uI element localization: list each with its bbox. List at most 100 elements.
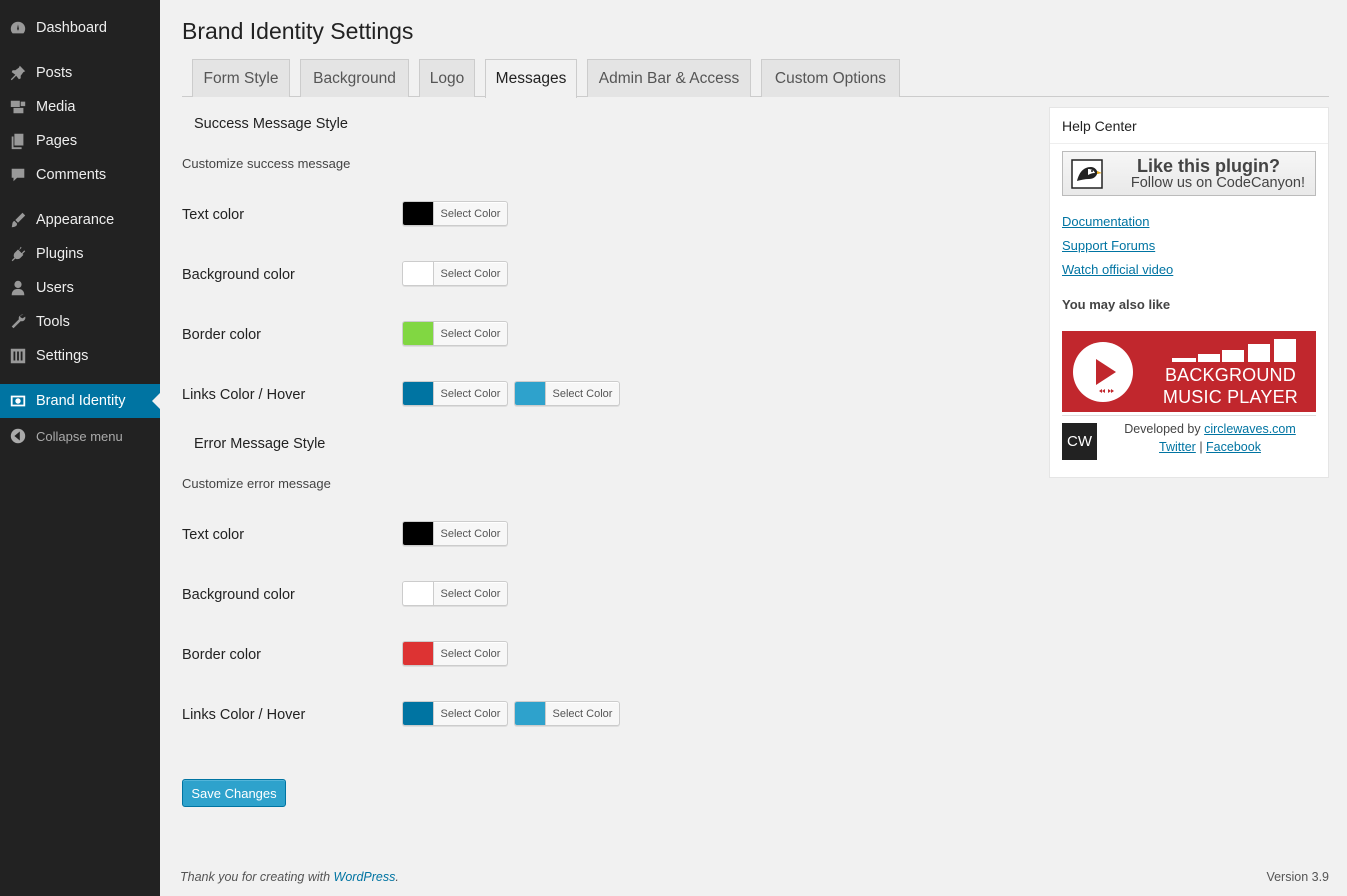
sidebar-item-plugins[interactable]: Plugins [0,237,160,271]
error-links-color-picker[interactable]: Select Color [402,701,508,726]
footer-thanks-text: Thank you for creating with [180,870,334,884]
circlewaves-logo: CW [1062,423,1097,460]
sidebar-item-media[interactable]: Media [0,90,160,124]
sidebar-item-label: Tools [36,314,70,330]
settings-tabs: Form Style Background Logo Messages Admi… [182,59,1329,98]
support-forums-link[interactable]: Support Forums [1062,238,1155,253]
main-content: Brand Identity Settings Form Style Backg… [160,0,1347,896]
equalizer-icon [1172,339,1296,362]
codecanyon-banner[interactable]: Like this plugin? Follow us on CodeCanyo… [1062,151,1316,196]
color-swatch [403,522,434,545]
collapse-menu-button[interactable]: Collapse menu [0,419,160,453]
error-background-color-picker[interactable]: Select Color [402,581,508,606]
sidebar-item-label: Pages [36,133,78,149]
codecanyon-line2: Follow us on CodeCanyon! [1130,175,1305,191]
success-text-color-picker[interactable]: Select Color [402,201,508,226]
select-color-label: Select Color [440,207,501,220]
divider [1050,143,1328,144]
developed-by-text: Developed by [1124,422,1205,436]
tab-messages[interactable]: Messages [485,59,577,98]
tab-logo[interactable]: Logo [419,59,475,97]
error-section-title: Error Message Style [194,436,326,452]
media-icon [8,97,28,117]
sidebar-item-dashboard[interactable]: Dashboard [0,11,160,45]
sidebar-item-label: Plugins [36,246,84,262]
watch-video-link[interactable]: Watch official video [1062,262,1173,277]
wordpress-link[interactable]: WordPress [334,870,396,884]
success-links-hover-color-picker[interactable]: Select Color [514,381,620,406]
tab-form-style[interactable]: Form Style [192,59,290,97]
divider [1062,415,1316,416]
help-center-title: Help Center [1062,118,1137,134]
color-swatch [403,582,434,605]
footer-thanks: Thank you for creating with WordPress. [180,870,399,884]
error-links-hover-color-picker[interactable]: Select Color [514,701,620,726]
sidebar-item-appearance[interactable]: Appearance [0,203,160,237]
sidebar-item-users[interactable]: Users [0,271,160,305]
tab-custom-options[interactable]: Custom Options [761,59,900,97]
color-swatch [403,642,434,665]
background-music-player-banner[interactable]: BACKGROUND MUSIC PLAYER [1062,331,1316,412]
select-color-label: Select Color [440,267,501,280]
facebook-link[interactable]: Facebook [1206,440,1261,454]
social-links: Twitter | Facebook [1105,440,1315,454]
documentation-link[interactable]: Documentation [1062,214,1149,229]
collapse-menu-label: Collapse menu [36,428,123,444]
color-swatch [403,702,434,725]
select-color-label: Select Color [440,327,501,340]
success-border-color-picker[interactable]: Select Color [402,321,508,346]
comment-icon [8,165,28,185]
developed-by-line: Developed by circlewaves.com [1105,422,1315,436]
sidebar-item-tools[interactable]: Tools [0,305,160,339]
color-swatch [403,382,434,405]
success-links-color-label: Links Color / Hover [182,387,306,403]
dashboard-icon [8,18,28,38]
eye-icon [8,391,28,411]
footer-thanks-suffix: . [395,870,399,884]
footer-version: Version 3.9 [1266,870,1329,884]
sidebar-item-brand-identity[interactable]: Brand Identity [0,384,160,418]
codecanyon-line1: Like this plugin? [1137,156,1280,176]
sidebar-item-label: Appearance [36,212,115,228]
tab-background[interactable]: Background [300,59,409,97]
admin-sidebar: Dashboard Posts Media Pages Comments App… [0,0,160,896]
collapse-arrow-icon [8,426,28,446]
pages-icon [8,131,28,151]
color-swatch [403,322,434,345]
help-center-panel: Help Center Like this plugin? Follow us … [1049,107,1329,478]
play-icon [1073,342,1133,402]
success-background-color-picker[interactable]: Select Color [402,261,508,286]
circlewaves-link[interactable]: circlewaves.com [1204,422,1296,436]
error-text-color-picker[interactable]: Select Color [402,521,508,546]
sidebar-item-label: Posts [36,65,73,81]
select-color-label: Select Color [440,387,501,400]
also-like-heading: You may also like [1062,297,1171,312]
sidebar-item-label: Brand Identity [36,393,126,409]
sidebar-item-label: Users [36,280,74,296]
success-links-color-picker[interactable]: Select Color [402,381,508,406]
color-swatch [515,382,546,405]
color-swatch [403,262,434,285]
success-background-color-label: Background color [182,267,295,283]
bmp-line1: BACKGROUND [1164,365,1296,385]
error-border-color-picker[interactable]: Select Color [402,641,508,666]
sidebar-item-label: Dashboard [36,20,107,36]
save-changes-button[interactable]: Save Changes [182,779,286,807]
tab-admin-bar-access[interactable]: Admin Bar & Access [587,59,751,97]
error-section-desc: Customize error message [182,476,331,491]
brush-icon [8,210,28,230]
sidebar-item-pages[interactable]: Pages [0,124,160,158]
sidebar-item-posts[interactable]: Posts [0,56,160,90]
page-title: Brand Identity Settings [182,18,414,44]
select-color-label: Select Color [552,707,613,720]
success-text-color-label: Text color [182,207,245,223]
sidebar-item-settings[interactable]: Settings [0,339,160,373]
sidebar-item-comments[interactable]: Comments [0,158,160,192]
twitter-link[interactable]: Twitter [1159,440,1196,454]
success-section-desc: Customize success message [182,156,351,171]
error-text-color-label: Text color [182,527,245,543]
social-separator: | [1195,440,1207,454]
sidebar-item-label: Comments [36,167,107,183]
pin-icon [8,63,28,83]
sidebar-item-label: Settings [36,348,89,364]
